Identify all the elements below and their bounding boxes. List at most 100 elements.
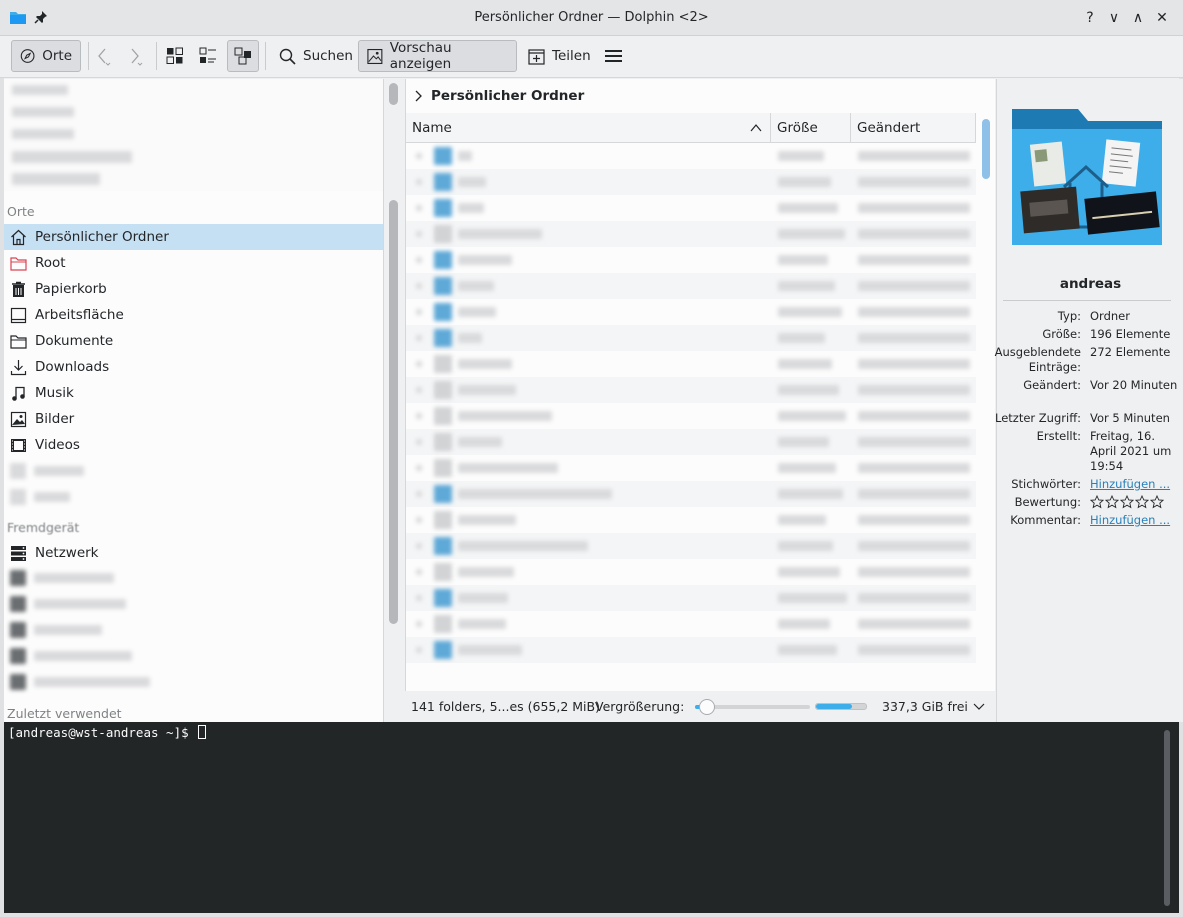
terminal-scrollbar[interactable] <box>1164 730 1170 906</box>
forward-button[interactable] <box>122 40 148 72</box>
star-icon[interactable] <box>1105 495 1119 509</box>
file-row[interactable] <box>406 585 976 611</box>
column-modified-label: Geändert <box>857 120 921 136</box>
file-row[interactable] <box>406 507 976 533</box>
maximize-button[interactable]: ∧ <box>1129 9 1147 27</box>
info-value: 272 Elemente <box>1090 345 1171 359</box>
file-row[interactable] <box>406 429 976 455</box>
file-row[interactable] <box>406 559 976 585</box>
place-music[interactable]: Musik <box>4 380 383 406</box>
file-modified <box>858 359 970 369</box>
hamburger-menu-icon <box>605 50 622 62</box>
place-documents[interactable]: Dokumente <box>4 328 383 354</box>
file-size <box>778 411 846 421</box>
places-top-scrollbar[interactable] <box>389 83 398 105</box>
places-scrollbar[interactable] <box>389 200 398 624</box>
info-value: Vor 5 Minuten <box>1090 411 1170 425</box>
file-modified <box>858 489 970 499</box>
information-panel: andreas Typ: Ordner Größe: 196 Elemente … <box>995 79 1183 722</box>
places-toggle-button[interactable]: Orte <box>11 40 81 72</box>
preview-label: Vorschau anzeigen <box>389 40 452 72</box>
hamburger-menu-button[interactable] <box>598 40 630 72</box>
file-row[interactable] <box>406 403 976 429</box>
info-key: Erstellt: <box>1036 429 1081 443</box>
show-preview-button[interactable]: Vorschau anzeigen <box>358 40 517 72</box>
place-label: Netzwerk <box>35 545 99 561</box>
file-row[interactable] <box>406 351 976 377</box>
star-icon[interactable] <box>1120 495 1134 509</box>
file-name <box>458 541 588 551</box>
details-view-button[interactable] <box>227 40 259 72</box>
place-videos[interactable]: Videos <box>4 432 383 458</box>
file-name <box>458 333 482 343</box>
column-header-size[interactable]: Größe <box>771 113 851 143</box>
file-row[interactable] <box>406 637 976 663</box>
rating-stars[interactable] <box>1090 495 1180 509</box>
place-network[interactable]: Netzwerk <box>4 540 383 566</box>
file-modified <box>858 541 970 551</box>
trash-icon <box>9 280 27 298</box>
icons-view-button[interactable] <box>160 40 190 72</box>
preview-icon <box>367 48 383 64</box>
add-tags-link[interactable]: Hinzufügen ... <box>1090 477 1180 492</box>
breadcrumb[interactable]: Persönlicher Ordner <box>406 79 995 113</box>
search-button[interactable]: Suchen <box>271 40 361 72</box>
star-icon[interactable] <box>1090 495 1104 509</box>
file-row[interactable] <box>406 481 976 507</box>
back-button[interactable] <box>90 40 116 72</box>
file-size <box>778 541 833 551</box>
place-root[interactable]: Root <box>4 250 383 276</box>
file-row[interactable] <box>406 273 976 299</box>
column-header-modified[interactable]: Geändert <box>851 113 976 143</box>
compact-view-button[interactable] <box>193 40 223 72</box>
breadcrumb-current[interactable]: Persönlicher Ordner <box>431 88 584 104</box>
file-row[interactable] <box>406 455 976 481</box>
file-row[interactable] <box>406 195 976 221</box>
place-pictures[interactable]: Bilder <box>4 406 383 432</box>
help-button[interactable]: ? <box>1081 9 1099 27</box>
file-row[interactable] <box>406 611 976 637</box>
file-row[interactable] <box>406 247 976 273</box>
file-name <box>458 437 502 447</box>
file-row[interactable] <box>406 169 976 195</box>
toolbar: Orte Suchen Vorschau anzeigen Teilen <box>0 36 1183 78</box>
file-icon <box>434 329 452 347</box>
minimize-button[interactable]: ∨ <box>1105 9 1123 27</box>
star-icon[interactable] <box>1150 495 1164 509</box>
file-size <box>778 281 835 291</box>
share-button[interactable]: Teilen <box>520 40 599 72</box>
place-label: Persönlicher Ordner <box>35 229 169 245</box>
file-icon <box>434 381 452 399</box>
file-row[interactable] <box>406 377 976 403</box>
share-label: Teilen <box>552 48 591 64</box>
terminal-prompt[interactable]: [andreas@wst-andreas ~]$ <box>8 725 207 740</box>
place-label: Papierkorb <box>35 281 107 297</box>
file-row[interactable] <box>406 533 976 559</box>
file-icon <box>434 589 452 607</box>
info-key: Größe: <box>1042 327 1081 341</box>
places-section-label: Orte <box>7 204 35 219</box>
zoom-slider[interactable] <box>695 699 810 715</box>
terminal-panel[interactable]: [andreas@wst-andreas ~]$ <box>4 722 1179 913</box>
file-row[interactable] <box>406 325 976 351</box>
file-row[interactable] <box>406 299 976 325</box>
file-row[interactable] <box>406 143 976 169</box>
add-comment-link[interactable]: Hinzufügen ... <box>1090 513 1180 528</box>
window-title: Persönlicher Ordner — Dolphin <2> <box>474 10 709 25</box>
file-modified <box>858 463 970 473</box>
file-icon <box>434 641 452 659</box>
file-row[interactable] <box>406 221 976 247</box>
place-trash[interactable]: Papierkorb <box>4 276 383 302</box>
file-modified <box>858 151 970 161</box>
file-icon <box>434 277 452 295</box>
info-key: Bewertung: <box>1014 495 1081 509</box>
place-home[interactable]: Persönlicher Ordner <box>4 224 383 250</box>
close-button[interactable]: ✕ <box>1153 9 1171 27</box>
column-header-name[interactable]: Name <box>406 113 771 143</box>
place-downloads[interactable]: Downloads <box>4 354 383 380</box>
file-view-scrollbar[interactable] <box>982 119 990 179</box>
place-desktop[interactable]: Arbeitsfläche <box>4 302 383 328</box>
zoom-slider-handle[interactable] <box>698 699 715 715</box>
star-icon[interactable] <box>1135 495 1149 509</box>
chevron-down-icon[interactable] <box>973 702 985 711</box>
